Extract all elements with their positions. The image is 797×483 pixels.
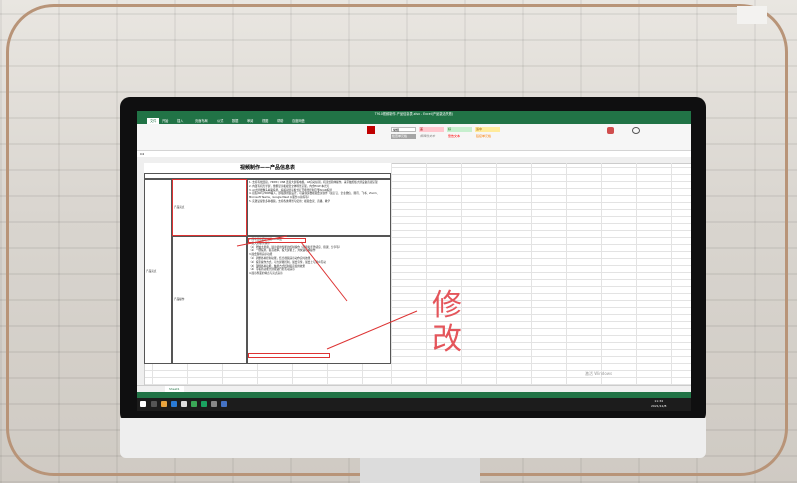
app2-icon[interactable] (211, 401, 217, 407)
monitor-chin (120, 418, 706, 458)
explorer-icon[interactable] (161, 401, 167, 407)
windows-taskbar: 11:34 2021/12/8 (137, 398, 691, 411)
start-icon[interactable] (140, 401, 146, 407)
arrow-line-1 (236, 235, 288, 247)
app3-icon[interactable] (221, 401, 227, 407)
excel-taskbar-icon[interactable] (201, 401, 207, 407)
frame-notch (737, 6, 767, 24)
excel-window: T910视频制作-产品信息表.xlsx - Excel(产品激活失败) 文件 开… (137, 111, 691, 411)
annotation-label: 修改 (432, 288, 462, 357)
chrome-icon[interactable] (181, 401, 187, 407)
activation-watermark: 激活 Windows (585, 371, 613, 376)
edge-icon[interactable] (171, 401, 177, 407)
annotation-arrows (236, 235, 418, 350)
monitor-stand (360, 458, 480, 483)
search-icon[interactable] (151, 401, 157, 407)
app-icon[interactable] (191, 401, 197, 407)
arrow-line-2 (300, 241, 348, 302)
clock: 11:34 2021/12/8 (651, 399, 666, 409)
arrow-line-3 (326, 310, 418, 350)
clock-date: 2021/12/8 (651, 404, 667, 408)
